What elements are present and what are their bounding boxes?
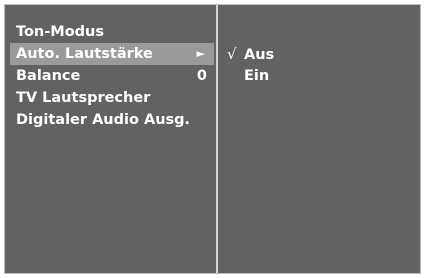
- arrow-right-icon: ►: [196, 47, 205, 60]
- panel-divider: [216, 5, 218, 273]
- menu-item-balance[interactable]: Balance 0: [10, 65, 214, 87]
- checkmark-icon: √: [227, 45, 237, 63]
- menu-item-ton-modus[interactable]: Ton-Modus: [10, 21, 214, 43]
- option-aus[interactable]: √ Aus: [227, 43, 274, 65]
- menu-item-label: TV Lautsprecher: [16, 90, 151, 106]
- balance-value: 0: [196, 68, 207, 84]
- menu-item-label: Digitaler Audio Ausg.: [16, 112, 191, 128]
- option-ein[interactable]: Ein: [227, 65, 274, 87]
- sound-menu: Ton-Modus Auto. Lautstärke ► Balance 0 T…: [10, 21, 214, 131]
- menu-item-tv-lautsprecher[interactable]: TV Lautsprecher: [10, 87, 214, 109]
- option-label: Ein: [244, 68, 270, 84]
- sound-settings-osd: Ton-Modus Auto. Lautstärke ► Balance 0 T…: [4, 4, 421, 274]
- menu-item-label: Ton-Modus: [16, 24, 104, 40]
- auto-volume-submenu: √ Aus Ein: [227, 43, 274, 87]
- menu-item-label: Balance: [16, 68, 81, 84]
- menu-item-auto-lautstaerke[interactable]: Auto. Lautstärke ►: [10, 43, 214, 65]
- menu-item-digitaler-audio-ausg[interactable]: Digitaler Audio Ausg.: [10, 109, 214, 131]
- menu-item-label: Auto. Lautstärke: [16, 46, 153, 62]
- option-label: Aus: [244, 47, 275, 63]
